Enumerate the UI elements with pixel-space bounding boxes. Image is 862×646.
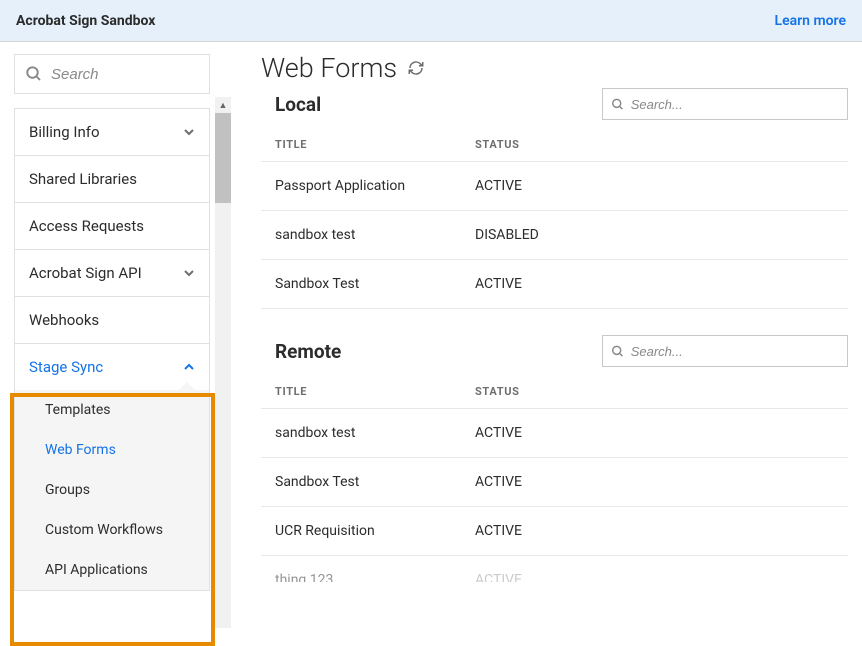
cell-title: UCR Requisition <box>275 523 475 539</box>
submenu-item-api-applications[interactable]: API Applications <box>15 550 209 590</box>
remote-search[interactable] <box>602 335 848 367</box>
search-icon <box>611 344 625 359</box>
chevron-down-icon <box>183 126 195 138</box>
cell-status: ACTIVE <box>475 523 834 539</box>
sidebar-item-label: Webhooks <box>29 311 99 329</box>
sidebar-item-label: Acrobat Sign API <box>29 264 142 282</box>
sidebar-item-access-requests[interactable]: Access Requests <box>15 203 209 250</box>
cell-title: Passport Application <box>275 178 475 194</box>
sidebar-scrollbar[interactable]: ▲ <box>215 97 231 628</box>
cell-title: Sandbox Test <box>275 474 475 490</box>
submenu-item-label: Custom Workflows <box>45 522 163 538</box>
main-content: Web Forms Local TITLE STATUS Passport Ap… <box>231 42 862 628</box>
cell-status: DISABLED <box>475 227 834 243</box>
sidebar-nav: Billing Info Shared Libraries Access Req… <box>14 108 210 591</box>
cell-status: ACTIVE <box>475 425 834 441</box>
table-row[interactable]: sandbox test DISABLED <box>261 210 848 259</box>
chevron-up-icon <box>183 361 195 373</box>
table-row[interactable]: thing 123 ACTIVE <box>261 555 848 582</box>
search-icon <box>611 97 625 112</box>
column-header-title[interactable]: TITLE <box>275 138 475 151</box>
local-search-input[interactable] <box>631 97 839 112</box>
sidebar-item-acrobat-sign-api[interactable]: Acrobat Sign API <box>15 250 209 297</box>
table-header-row: TITLE STATUS <box>261 124 848 161</box>
cell-status: ACTIVE <box>475 474 834 490</box>
local-section: Local TITLE STATUS Passport Application … <box>261 88 848 309</box>
sidebar-item-label: Billing Info <box>29 123 100 141</box>
remote-search-input[interactable] <box>631 344 839 359</box>
column-header-status[interactable]: STATUS <box>475 385 834 398</box>
page-title-text: Web Forms <box>261 52 397 84</box>
app-title: Acrobat Sign Sandbox <box>16 13 155 29</box>
page-title: Web Forms <box>261 52 848 84</box>
sidebar-submenu-container: Templates Web Forms Groups Custom Workfl… <box>15 390 209 591</box>
submenu-item-label: Templates <box>45 402 111 418</box>
submenu-item-templates[interactable]: Templates <box>15 390 209 430</box>
sidebar-item-shared-libraries[interactable]: Shared Libraries <box>15 156 209 203</box>
sidebar-item-label: Access Requests <box>29 217 144 235</box>
submenu-item-web-forms[interactable]: Web Forms <box>15 430 209 470</box>
sidebar-search-input[interactable] <box>51 66 199 83</box>
submenu-item-label: API Applications <box>45 562 148 578</box>
sidebar-item-webhooks[interactable]: Webhooks <box>15 297 209 344</box>
remote-section-title: Remote <box>261 340 341 363</box>
cell-status: ACTIVE <box>475 572 834 582</box>
sidebar-item-label: Stage Sync <box>29 358 103 376</box>
local-search[interactable] <box>602 88 848 120</box>
table-row[interactable]: Sandbox Test ACTIVE <box>261 259 848 309</box>
submenu-item-custom-workflows[interactable]: Custom Workflows <box>15 510 209 550</box>
search-icon <box>25 65 43 83</box>
cell-title: sandbox test <box>275 425 475 441</box>
stage-sync-submenu: Templates Web Forms Groups Custom Workfl… <box>15 390 209 590</box>
sidebar-item-billing-info[interactable]: Billing Info <box>15 109 209 156</box>
column-header-title[interactable]: TITLE <box>275 385 475 398</box>
table-row[interactable]: sandbox test ACTIVE <box>261 408 848 457</box>
refresh-icon[interactable] <box>407 59 425 77</box>
remote-section: Remote TITLE STATUS sandbox test ACTIVE … <box>261 335 848 582</box>
submenu-pointer-icon <box>179 382 195 390</box>
local-section-title: Local <box>261 93 321 116</box>
learn-more-link[interactable]: Learn more <box>775 13 846 29</box>
remote-table: TITLE STATUS sandbox test ACTIVE Sandbox… <box>261 371 848 582</box>
sidebar: Billing Info Shared Libraries Access Req… <box>0 42 231 628</box>
cell-title: Sandbox Test <box>275 276 475 292</box>
scroll-up-icon[interactable]: ▲ <box>215 97 231 113</box>
sidebar-item-label: Shared Libraries <box>29 170 137 188</box>
submenu-item-groups[interactable]: Groups <box>15 470 209 510</box>
cell-status: ACTIVE <box>475 178 834 194</box>
sidebar-search[interactable] <box>14 54 210 94</box>
top-banner: Acrobat Sign Sandbox Learn more <box>0 0 862 42</box>
cell-status: ACTIVE <box>475 276 834 292</box>
table-row[interactable]: Sandbox Test ACTIVE <box>261 457 848 506</box>
column-header-status[interactable]: STATUS <box>475 138 834 151</box>
local-table: TITLE STATUS Passport Application ACTIVE… <box>261 124 848 309</box>
cell-title: thing 123 <box>275 572 475 582</box>
submenu-item-label: Groups <box>45 482 90 498</box>
chevron-down-icon <box>183 267 195 279</box>
table-row[interactable]: UCR Requisition ACTIVE <box>261 506 848 555</box>
submenu-item-label: Web Forms <box>45 442 116 458</box>
cell-title: sandbox test <box>275 227 475 243</box>
table-row[interactable]: Passport Application ACTIVE <box>261 161 848 210</box>
scrollbar-thumb[interactable] <box>215 113 231 203</box>
table-header-row: TITLE STATUS <box>261 371 848 408</box>
